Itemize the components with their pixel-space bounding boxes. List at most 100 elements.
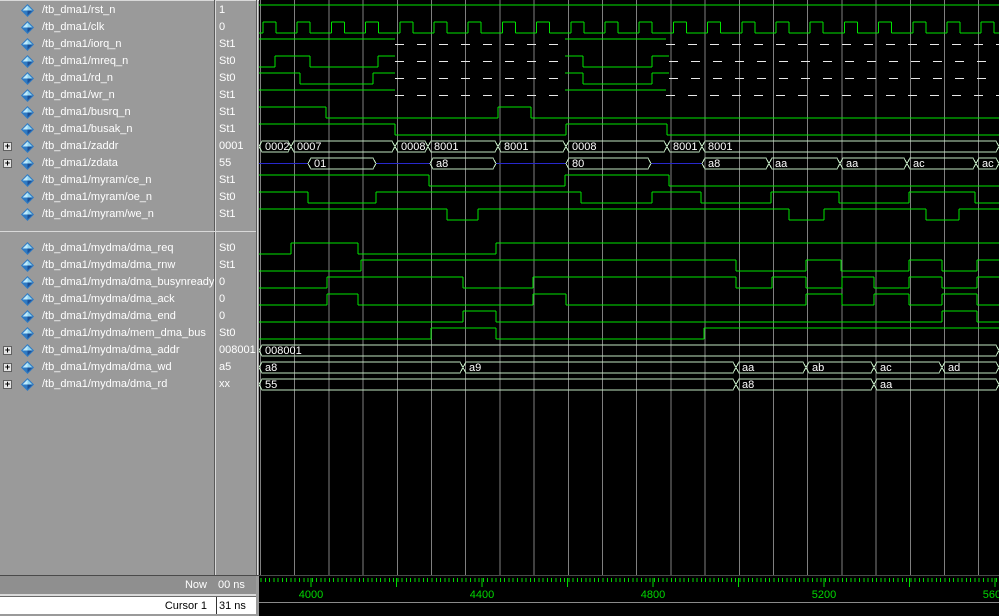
- now-value: 00 ns: [218, 579, 256, 591]
- cursor-row[interactable]: Cursor 1 31 ns: [0, 596, 256, 614]
- signal-value: St1: [219, 257, 236, 274]
- signal-name: /tb_dma1/busak_n: [42, 123, 133, 135]
- timeline-scroll-area[interactable]: [259, 602, 999, 616]
- panel-separator-highlight: [215, 0, 216, 575]
- signal-diamond-icon: [21, 276, 34, 289]
- signal-diamond-icon: [21, 361, 34, 374]
- bus-value-label: 8001: [504, 141, 528, 153]
- signal-name: /tb_dma1/mreq_n: [42, 55, 128, 67]
- bus-value-label: a9: [469, 362, 481, 374]
- signal-name: /tb_dma1/zdata: [42, 157, 118, 169]
- signal-name: /tb_dma1/mydma/dma_end: [42, 310, 176, 322]
- signal-diamond-icon: [21, 21, 34, 34]
- now-label: Now: [0, 579, 207, 591]
- signal-row[interactable]: /tb_dma1/iorq_n: [0, 36, 214, 53]
- signal-value: 1: [219, 2, 225, 19]
- signal-diamond-icon: [21, 55, 34, 68]
- signal-name: /tb_dma1/mydma/dma_busynready: [42, 276, 214, 288]
- tree-expand-icon[interactable]: +: [3, 380, 12, 389]
- signal-row[interactable]: /tb_dma1/busrq_n: [0, 104, 214, 121]
- signal-diamond-icon: [21, 208, 34, 221]
- signal-row[interactable]: /tb_dma1/mreq_n: [0, 53, 214, 70]
- bus-value-label: aa: [775, 158, 788, 170]
- signal-diamond-icon: [21, 344, 34, 357]
- signal-name: /tb_dma1/myram/ce_n: [42, 174, 151, 186]
- signal-row[interactable]: /tb_dma1/mydma/dma_end: [0, 308, 214, 325]
- bus-value-label: a8: [742, 379, 754, 391]
- bus-value-label: 55: [265, 379, 277, 391]
- bus-value-label: 8001: [673, 141, 697, 153]
- signal-name: /tb_dma1/wr_n: [42, 89, 115, 101]
- bus-value-label: a8: [265, 362, 277, 374]
- signal-diamond-icon: [21, 4, 34, 17]
- signal-value: 0: [219, 274, 225, 291]
- signal-row[interactable]: /tb_dma1/clk: [0, 19, 214, 36]
- signal-row[interactable]: /tb_dma1/myram/ce_n: [0, 172, 214, 189]
- bus-value-label: 80: [572, 158, 584, 170]
- signal-name: /tb_dma1/mydma/dma_req: [42, 242, 173, 254]
- signal-row[interactable]: /tb_dma1/mydma/dma_busynready: [0, 274, 214, 291]
- tree-expand-icon[interactable]: +: [3, 159, 12, 168]
- signal-row[interactable]: /tb_dma1/rd_n: [0, 70, 214, 87]
- signal-row[interactable]: /tb_dma1/busak_n: [0, 121, 214, 138]
- signal-name: /tb_dma1/mydma/dma_rnw: [42, 259, 175, 271]
- signal-diamond-icon: [21, 157, 34, 170]
- bus-value-box: [259, 345, 999, 356]
- bus-value-box: [259, 379, 736, 390]
- signal-row[interactable]: /tb_dma1/mydma/dma_ack: [0, 291, 214, 308]
- signal-diamond-icon: [21, 123, 34, 136]
- signal-names-panel: /tb_dma1/rst_n/tb_dma1/clk/tb_dma1/iorq_…: [0, 1, 214, 574]
- tree-expand-icon[interactable]: +: [3, 142, 12, 151]
- waveform-canvas[interactable]: 0002000700088001800100088001800101a880a8…: [259, 0, 999, 575]
- signal-row[interactable]: /tb_dma1/myram/oe_n: [0, 189, 214, 206]
- signal-name: /tb_dma1/myram/we_n: [42, 208, 154, 220]
- signal-name: /tb_dma1/mydma/dma_wd: [42, 361, 172, 373]
- timeline-ruler[interactable]: 40004400480052005600: [259, 576, 999, 602]
- signal-value: 0001: [219, 138, 243, 155]
- bus-value-label: ab: [812, 362, 824, 374]
- signal-diamond-icon: [21, 106, 34, 119]
- tree-expand-icon[interactable]: +: [3, 363, 12, 372]
- now-row: Now 00 ns: [0, 576, 256, 594]
- tree-expand-icon[interactable]: +: [3, 346, 12, 355]
- ruler-time-label: 5600: [983, 589, 999, 601]
- signal-row[interactable]: /tb_dma1/mydma/dma_rnw: [0, 257, 214, 274]
- signal-name: /tb_dma1/mydma/mem_dma_bus: [42, 327, 206, 339]
- bus-value-label: 8001: [708, 141, 732, 153]
- signal-name: /tb_dma1/rst_n: [42, 4, 115, 16]
- bus-value-label: ac: [913, 158, 925, 170]
- signal-row[interactable]: + /tb_dma1/zdata: [0, 155, 214, 172]
- signal-diamond-icon: [21, 174, 34, 187]
- cursor-label: Cursor 1: [0, 600, 207, 612]
- signal-row[interactable]: +/tb_dma1/mydma/dma_rd: [0, 376, 214, 393]
- signal-diamond-icon: [21, 191, 34, 204]
- signal-name: /tb_dma1/clk: [42, 21, 104, 33]
- signal-value: 008001: [219, 342, 256, 359]
- bus-value-label: ac: [982, 158, 994, 170]
- bus-value-label: aa: [880, 379, 893, 391]
- bus-value-box: [463, 362, 736, 373]
- signal-name: /tb_dma1/mydma/dma_ack: [42, 293, 175, 305]
- bus-value-box: [874, 379, 999, 390]
- signal-row[interactable]: /tb_dma1/mydma/dma_req: [0, 240, 214, 257]
- signal-value: St1: [219, 206, 236, 223]
- bus-value-label: ad: [948, 362, 960, 374]
- signal-row[interactable]: +/tb_dma1/mydma/dma_addr: [0, 342, 214, 359]
- signal-row[interactable]: + /tb_dma1/mydma/dma_wd: [0, 359, 214, 376]
- signal-row[interactable]: +/tb_dma1/zaddr: [0, 138, 214, 155]
- signal-value: St1: [219, 87, 236, 104]
- signal-group-divider: [0, 231, 256, 232]
- signal-diamond-icon: [21, 293, 34, 306]
- signal-diamond-icon: [21, 89, 34, 102]
- signal-row[interactable]: /tb_dma1/wr_n: [0, 87, 214, 104]
- bus-value-box: [259, 362, 463, 373]
- ruler-time-label: 4400: [470, 589, 494, 601]
- signal-value: St0: [219, 189, 236, 206]
- signal-row[interactable]: /tb_dma1/myram/we_n: [0, 206, 214, 223]
- signal-name: /tb_dma1/iorq_n: [42, 38, 122, 50]
- signal-value: 0: [219, 291, 225, 308]
- signal-row[interactable]: /tb_dma1/rst_n: [0, 2, 214, 19]
- signal-row[interactable]: /tb_dma1/mydma/mem_dma_bus: [0, 325, 214, 342]
- signal-value: St0: [219, 53, 236, 70]
- signal-name: /tb_dma1/rd_n: [42, 72, 113, 84]
